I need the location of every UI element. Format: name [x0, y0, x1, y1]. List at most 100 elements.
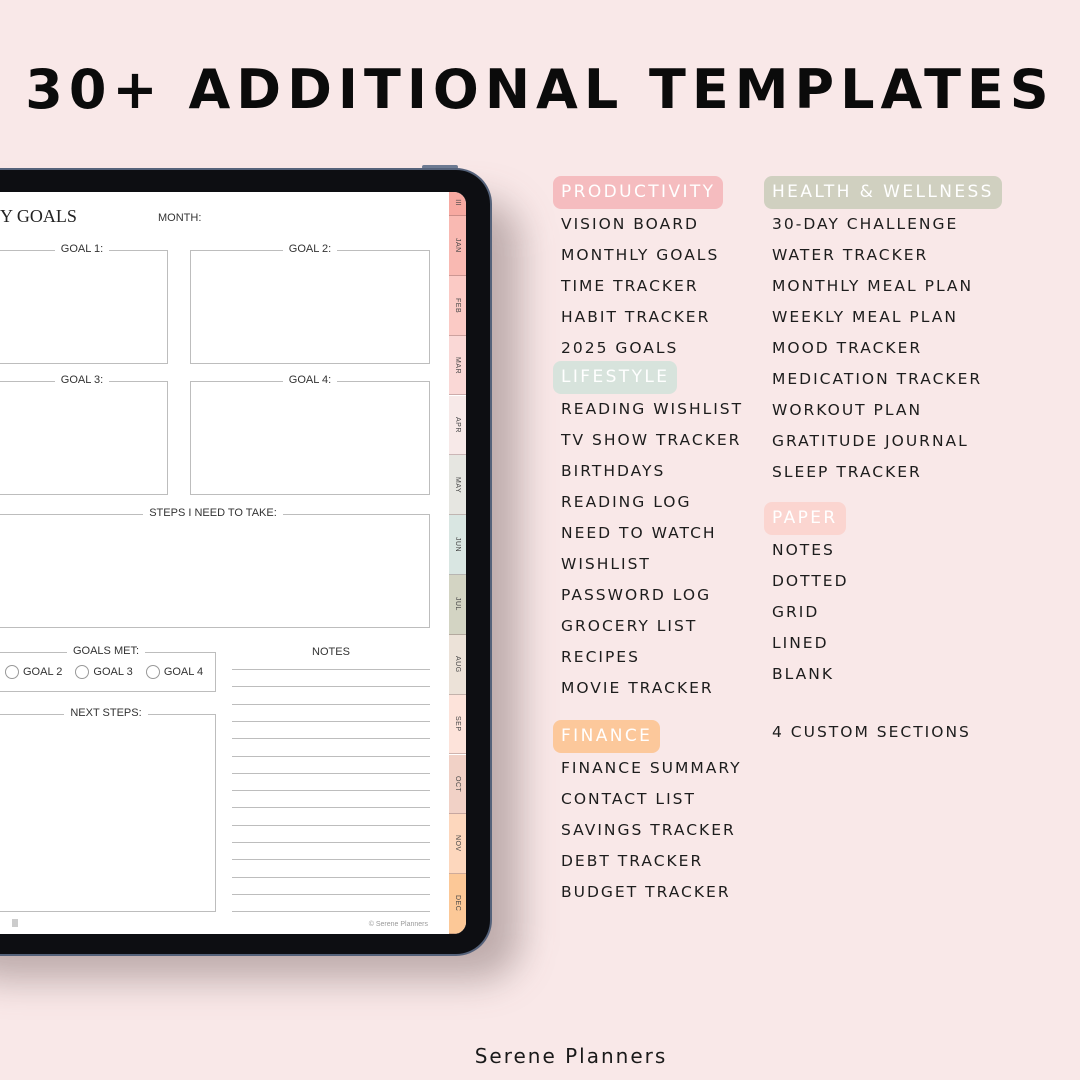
month-tab-label: DEC [454, 895, 461, 912]
category-paper: PAPER NOTES DOTTED GRID LINED BLANK [764, 502, 1002, 690]
next-steps-label: NEXT STEPS: [64, 707, 148, 719]
month-tab-nov[interactable]: NOV [449, 814, 466, 875]
template-item: WISHLIST [561, 555, 651, 573]
category-badge-finance: FINANCE [553, 720, 661, 753]
category-badge-health: HEALTH & WELLNESS [764, 176, 1002, 209]
month-tab-jan[interactable]: JAN [449, 216, 466, 276]
month-tab-label: JAN [454, 238, 461, 253]
notes-line[interactable] [232, 876, 430, 878]
goal-4-label: GOAL 4: [282, 374, 338, 386]
category-badge-lifestyle: LIFESTYLE [553, 361, 678, 394]
notes-line[interactable] [232, 686, 430, 688]
menu-icon: ☰ [454, 199, 462, 208]
month-tab-sep[interactable]: SEP [449, 694, 466, 755]
month-tab-dec[interactable]: DEC [449, 874, 466, 934]
template-item: HABIT TRACKER [561, 308, 711, 326]
category-health: HEALTH & WELLNESS 30-DAY CHALLENGE WATER … [764, 176, 1002, 488]
template-item: VISION BOARD [561, 215, 699, 233]
notes-line[interactable] [232, 720, 430, 722]
month-tab-jul[interactable]: JUL [449, 575, 466, 635]
category-lifestyle: LIFESTYLE READING WISHLIST TV SHOW TRACKE… [553, 361, 743, 704]
notes-line[interactable] [232, 842, 430, 843]
template-item: RECIPES [561, 648, 640, 666]
notes-line[interactable] [232, 893, 430, 895]
steps-box[interactable]: STEPS I NEED TO TAKE: [0, 507, 430, 628]
notes-line[interactable] [232, 738, 430, 740]
template-item: TV SHOW TRACKER [561, 431, 742, 449]
month-tab-jun[interactable]: JUN [449, 515, 466, 575]
notes-title: NOTES [312, 646, 350, 658]
page-icon[interactable] [12, 919, 18, 927]
month-tab-label: FEB [454, 297, 461, 313]
notes-line[interactable] [232, 859, 430, 861]
template-item: GRID [772, 603, 820, 621]
next-steps-box[interactable]: NEXT STEPS: [0, 707, 216, 912]
month-tab-label: APR [454, 416, 461, 433]
month-label: MONTH: [158, 212, 202, 224]
steps-label: STEPS I NEED TO TAKE: [143, 507, 283, 519]
template-item: DOTTED [772, 572, 849, 590]
notes-line[interactable] [232, 772, 430, 774]
goal-1-box[interactable]: GOAL 1: [0, 243, 168, 364]
month-tab-apr[interactable]: APR [449, 395, 466, 456]
notes-line[interactable] [232, 669, 430, 670]
checkbox-circle-icon[interactable] [75, 665, 90, 679]
month-tab-feb[interactable]: FEB [449, 275, 466, 336]
menu-tab[interactable]: ☰ [449, 192, 466, 216]
page-title: Y GOALS [0, 206, 77, 226]
copyright: © Serene Planners [368, 921, 428, 928]
template-item: NOTES [772, 541, 835, 559]
category-finance: FINANCE FINANCE SUMMARY CONTACT LIST SAVIN… [553, 720, 743, 908]
template-item: TIME TRACKER [561, 277, 699, 295]
notes-line[interactable] [232, 824, 430, 826]
template-item: SAVINGS TRACKER [561, 821, 736, 839]
template-item: 30-DAY CHALLENGE [772, 215, 959, 233]
goals-met-option[interactable]: GOAL 4 [145, 665, 203, 679]
template-item: MOVIE TRACKER [561, 679, 714, 697]
template-item: MONTHLY MEAL PLAN [772, 277, 974, 295]
template-item: LINED [772, 634, 829, 652]
month-tab-label: MAR [454, 356, 461, 374]
template-item: NEED TO WATCH [561, 524, 717, 542]
notes-line[interactable] [232, 790, 430, 792]
month-tab-may[interactable]: MAY [449, 455, 466, 516]
template-item: BLANK [772, 665, 834, 683]
template-item: WEEKLY MEAL PLAN [772, 308, 958, 326]
month-tab-label: AUG [454, 655, 461, 673]
notes-line[interactable] [232, 755, 430, 757]
notes-line[interactable] [232, 807, 430, 809]
template-item: PASSWORD LOG [561, 586, 712, 604]
template-item: READING WISHLIST [561, 400, 744, 418]
custom-sections: 4 CUSTOM SECTIONS [772, 723, 971, 741]
headline: 30+ ADDITIONAL TEMPLATES [25, 58, 1055, 121]
goal-2-label: GOAL 2: [282, 243, 338, 255]
checkbox-circle-icon[interactable] [5, 665, 19, 679]
template-item: MOOD TRACKER [772, 339, 923, 357]
month-tab-oct[interactable]: OCT [449, 754, 466, 815]
template-item: MONTHLY GOALS [561, 246, 720, 264]
template-list-left: PRODUCTIVITY VISION BOARD MONTHLY GOALS TI… [553, 176, 743, 908]
month-tab-label: NOV [454, 835, 461, 853]
notes-line[interactable] [232, 911, 430, 913]
template-item: WATER TRACKER [772, 246, 929, 264]
template-item: 2025 GOALS [561, 339, 679, 357]
goal-4-box[interactable]: GOAL 4: [190, 374, 430, 495]
month-tab-mar[interactable]: MAR [449, 335, 466, 396]
category-badge-productivity: PRODUCTIVITY [553, 176, 724, 209]
template-item: GROCERY LIST [561, 617, 698, 635]
template-item: READING LOG [561, 493, 692, 511]
goals-met-label: GOALS MET: [66, 645, 146, 657]
month-tab-label: OCT [454, 775, 461, 793]
goal-2-box[interactable]: GOAL 2: [190, 243, 430, 364]
goals-met-option[interactable]: GOAL 2 [5, 665, 62, 679]
category-badge-paper: PAPER [764, 502, 846, 535]
month-tab-aug[interactable]: AUG [449, 634, 466, 695]
planner-page: Y GOALS MONTH: GOAL 1: GOAL 2: GOAL 3: G… [0, 192, 466, 934]
notes-line[interactable] [232, 703, 430, 705]
template-item: GRATITUDE JOURNAL [772, 432, 969, 450]
goals-met-option[interactable]: GOAL 3 [75, 665, 133, 679]
checkbox-circle-icon[interactable] [145, 665, 160, 679]
template-item: BIRTHDAYS [561, 462, 666, 480]
template-item: WORKOUT PLAN [772, 401, 923, 419]
goal-3-box[interactable]: GOAL 3: [0, 374, 168, 495]
